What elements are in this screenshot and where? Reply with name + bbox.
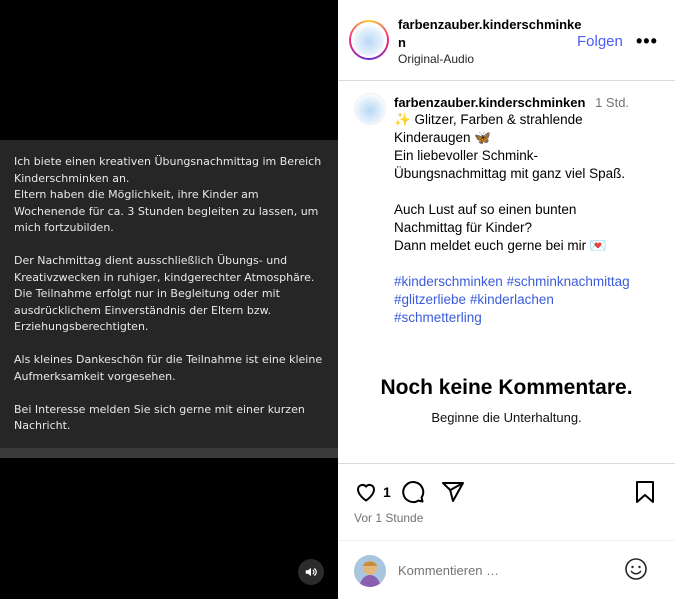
comment-button[interactable] bbox=[401, 480, 425, 509]
post-header: farbenzauber.kinderschminken Original-Au… bbox=[338, 0, 675, 81]
hashtag-line-3: #schmetterling bbox=[394, 309, 654, 327]
save-button[interactable] bbox=[634, 480, 656, 509]
no-comments-subtitle: Beginne die Unterhaltung. bbox=[431, 410, 582, 425]
media-text-card: Ich biete einen kreativen Übungsnachmitt… bbox=[0, 140, 338, 448]
profile-avatar[interactable] bbox=[349, 20, 389, 60]
comment-input[interactable]: Kommentieren … bbox=[398, 563, 499, 578]
caption-line: Auch Lust auf so einen bunten bbox=[394, 202, 577, 217]
comment-icon bbox=[402, 481, 425, 504]
original-audio-link[interactable]: Original-Audio bbox=[398, 52, 474, 66]
caption-username[interactable]: farbenzauber.kinderschminken bbox=[394, 95, 585, 110]
comment-composer: Kommentieren … bbox=[338, 540, 675, 599]
action-bar: 1 Vor 1 Stunde Kommentieren … bbox=[338, 463, 675, 599]
media-viewer[interactable]: Ich biete einen kreativen Übungsnachmitt… bbox=[0, 0, 338, 599]
hashtag-line-1: #kinderschminken #schminknachmittag bbox=[394, 273, 654, 291]
caption-avatar[interactable] bbox=[354, 93, 386, 125]
brand-logo-small bbox=[355, 94, 385, 124]
caption-line: Nachmittag für Kinder? bbox=[394, 220, 533, 235]
post-panel: farbenzauber.kinderschminken Original-Au… bbox=[338, 0, 675, 599]
caption-time: 1 Std. bbox=[595, 95, 630, 110]
current-user-avatar[interactable] bbox=[354, 555, 386, 587]
audio-toggle-button[interactable] bbox=[298, 559, 324, 585]
hashtag-link[interactable]: #glitzerliebe bbox=[394, 292, 466, 307]
bookmark-icon bbox=[636, 481, 654, 503]
hashtag-link[interactable]: #kinderlachen bbox=[470, 292, 554, 307]
caption-line: ✨ Glitzer, Farben & strahlende bbox=[394, 112, 583, 127]
media-paragraph-3: Als kleines Dankeschön für die Teilnahme… bbox=[14, 353, 323, 383]
no-comments-title: Noch keine Kommentare. bbox=[380, 376, 633, 399]
caption-line: Dann meldet euch gerne bei mir 💌 bbox=[394, 238, 607, 253]
hashtag-link[interactable]: #schmetterling bbox=[394, 310, 482, 325]
more-icon: ••• bbox=[636, 31, 658, 51]
media-divider bbox=[0, 448, 338, 458]
heart-icon bbox=[356, 483, 376, 502]
follow-button[interactable]: Folgen bbox=[577, 33, 623, 50]
caption-line: Kinderaugen 🦋 bbox=[394, 130, 492, 145]
caption-line: Ein liebevoller Schmink- bbox=[394, 148, 539, 163]
hashtag-line-2: #glitzerliebe #kinderlachen bbox=[394, 291, 654, 309]
share-icon bbox=[442, 482, 464, 502]
brand-logo bbox=[353, 24, 385, 56]
share-button[interactable] bbox=[441, 480, 465, 509]
caption-line: Übungsnachmittag mit ganz viel Spaß. bbox=[394, 166, 626, 181]
hashtag-link[interactable]: #kinderschminken bbox=[394, 274, 503, 289]
media-paragraph-2: Der Nachmittag dient ausschließlich Übun… bbox=[14, 254, 315, 333]
speaker-icon bbox=[305, 567, 317, 577]
hashtag-link[interactable]: #schminknachmittag bbox=[507, 274, 630, 289]
like-count[interactable]: 1 bbox=[383, 484, 391, 500]
caption-header: farbenzauber.kinderschminken 1 Std. bbox=[394, 95, 629, 110]
header-username[interactable]: farbenzauber.kinderschminken bbox=[398, 16, 588, 52]
media-paragraph-4: Bei Interesse melden Sie sich gerne mit … bbox=[14, 402, 305, 433]
like-button[interactable] bbox=[354, 480, 378, 509]
emoji-icon bbox=[625, 558, 647, 580]
more-options-button[interactable]: ••• bbox=[636, 31, 658, 52]
emoji-picker-button[interactable] bbox=[624, 557, 648, 586]
post-timestamp: Vor 1 Stunde bbox=[354, 511, 424, 525]
user-avatar-image bbox=[354, 555, 386, 587]
media-paragraph-1: Ich biete einen kreativen Übungsnachmitt… bbox=[14, 155, 322, 234]
caption-body: ✨ Glitzer, Farben & strahlende Kinderaug… bbox=[394, 111, 654, 327]
